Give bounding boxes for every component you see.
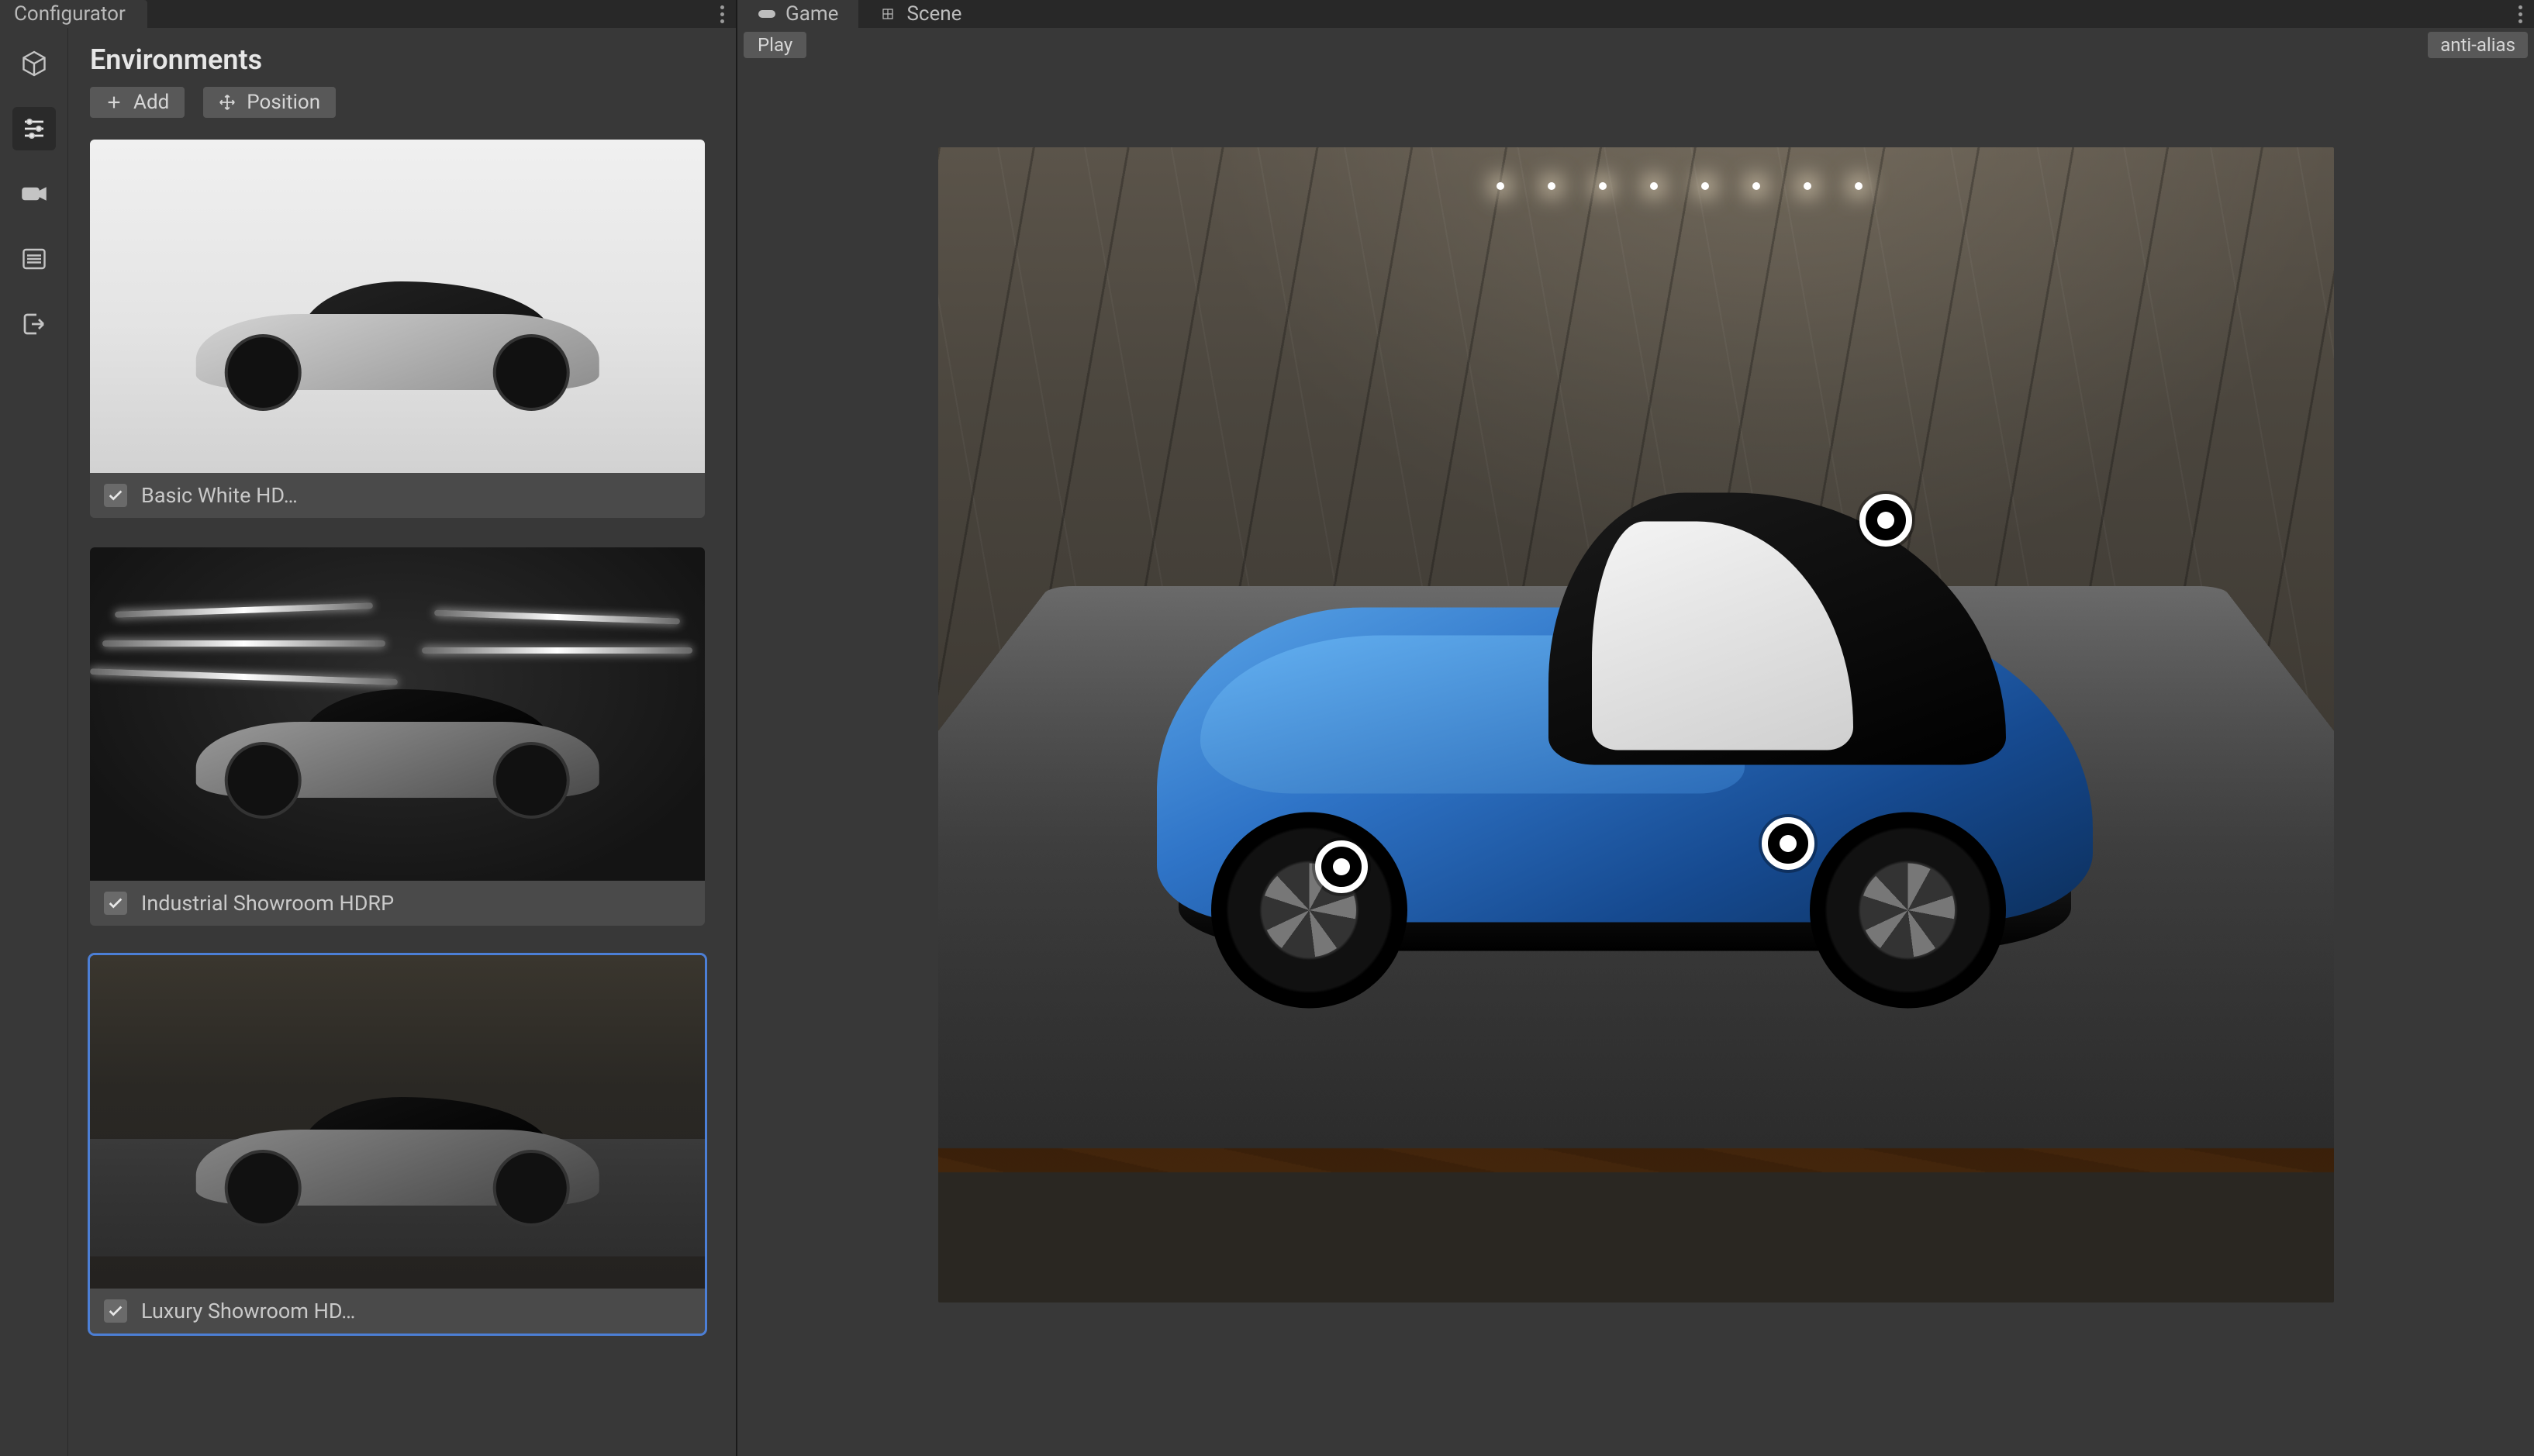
environment-card[interactable]: Basic White HD… (90, 140, 705, 518)
sliders-icon (20, 115, 48, 143)
tab-game-label: Game (785, 2, 838, 26)
environment-thumbnail (90, 547, 705, 881)
hotspot-door[interactable] (1859, 494, 1912, 547)
configurator-panel: Configurator (0, 0, 737, 1456)
tab-scene-label: Scene (906, 2, 961, 26)
left-tab-bar: Configurator (0, 0, 736, 28)
tab-configurator[interactable]: Configurator (0, 0, 147, 28)
panel-menu-button[interactable] (2506, 0, 2534, 28)
environment-name: Basic White HD… (141, 483, 298, 508)
hotspot-front-bumper[interactable] (1315, 840, 1368, 893)
hotspot-wheel[interactable] (1762, 817, 1814, 870)
environment-checkbox[interactable] (104, 484, 127, 507)
environment-card[interactable]: Luxury Showroom HD… (90, 955, 705, 1334)
car-model (1092, 392, 2180, 1109)
viewport-scene (938, 147, 2334, 1302)
environment-card[interactable]: Industrial Showroom HDRP (90, 547, 705, 926)
environment-name: Luxury Showroom HD… (141, 1299, 355, 1323)
anti-alias-button[interactable]: anti-alias (2428, 32, 2528, 58)
plus-icon (105, 94, 123, 111)
check-icon (107, 487, 124, 504)
game-viewport[interactable] (737, 62, 2534, 1456)
environments-title: Environments (68, 28, 736, 87)
camera-icon (20, 180, 48, 208)
environments-panel: Environments Add Position (68, 28, 736, 1456)
environment-name: Industrial Showroom HDRP (141, 891, 394, 916)
position-button[interactable]: Position (203, 87, 336, 118)
tab-scene[interactable]: Scene (858, 0, 982, 28)
rail-export[interactable] (12, 302, 56, 346)
add-label: Add (133, 91, 169, 114)
play-button[interactable]: Play (744, 32, 806, 58)
list-icon (20, 245, 48, 273)
tab-game[interactable]: Game (737, 0, 858, 28)
cube-icon (20, 50, 48, 78)
rail-list[interactable] (12, 237, 56, 281)
environment-thumbnail (90, 955, 705, 1289)
panel-menu-button[interactable] (708, 0, 736, 28)
environments-list[interactable]: Basic White HD… (68, 132, 736, 1456)
environment-checkbox[interactable] (104, 892, 127, 915)
viewport-toolbar: Play anti-alias (737, 28, 2534, 62)
kebab-icon (2518, 5, 2522, 23)
check-icon (107, 895, 124, 912)
left-icon-rail (0, 28, 68, 1456)
check-icon (107, 1302, 124, 1320)
environment-thumbnail (90, 140, 705, 473)
environments-toolbar: Add Position (68, 87, 736, 132)
rail-camera[interactable] (12, 172, 56, 216)
viewport-panel: Game Scene Play anti-alias (737, 0, 2534, 1456)
environment-checkbox[interactable] (104, 1299, 127, 1323)
play-label: Play (758, 34, 792, 56)
rail-environments[interactable] (12, 107, 56, 150)
grid-icon (879, 7, 897, 21)
rail-cube[interactable] (12, 42, 56, 85)
export-icon (20, 310, 48, 338)
move-icon (219, 94, 236, 111)
position-label: Position (247, 91, 320, 114)
game-icon (758, 7, 776, 21)
anti-alias-label: anti-alias (2440, 34, 2515, 56)
kebab-icon (720, 5, 724, 23)
add-environment-button[interactable]: Add (90, 87, 185, 118)
tab-configurator-label: Configurator (14, 2, 126, 26)
right-tab-bar: Game Scene (737, 0, 2534, 28)
